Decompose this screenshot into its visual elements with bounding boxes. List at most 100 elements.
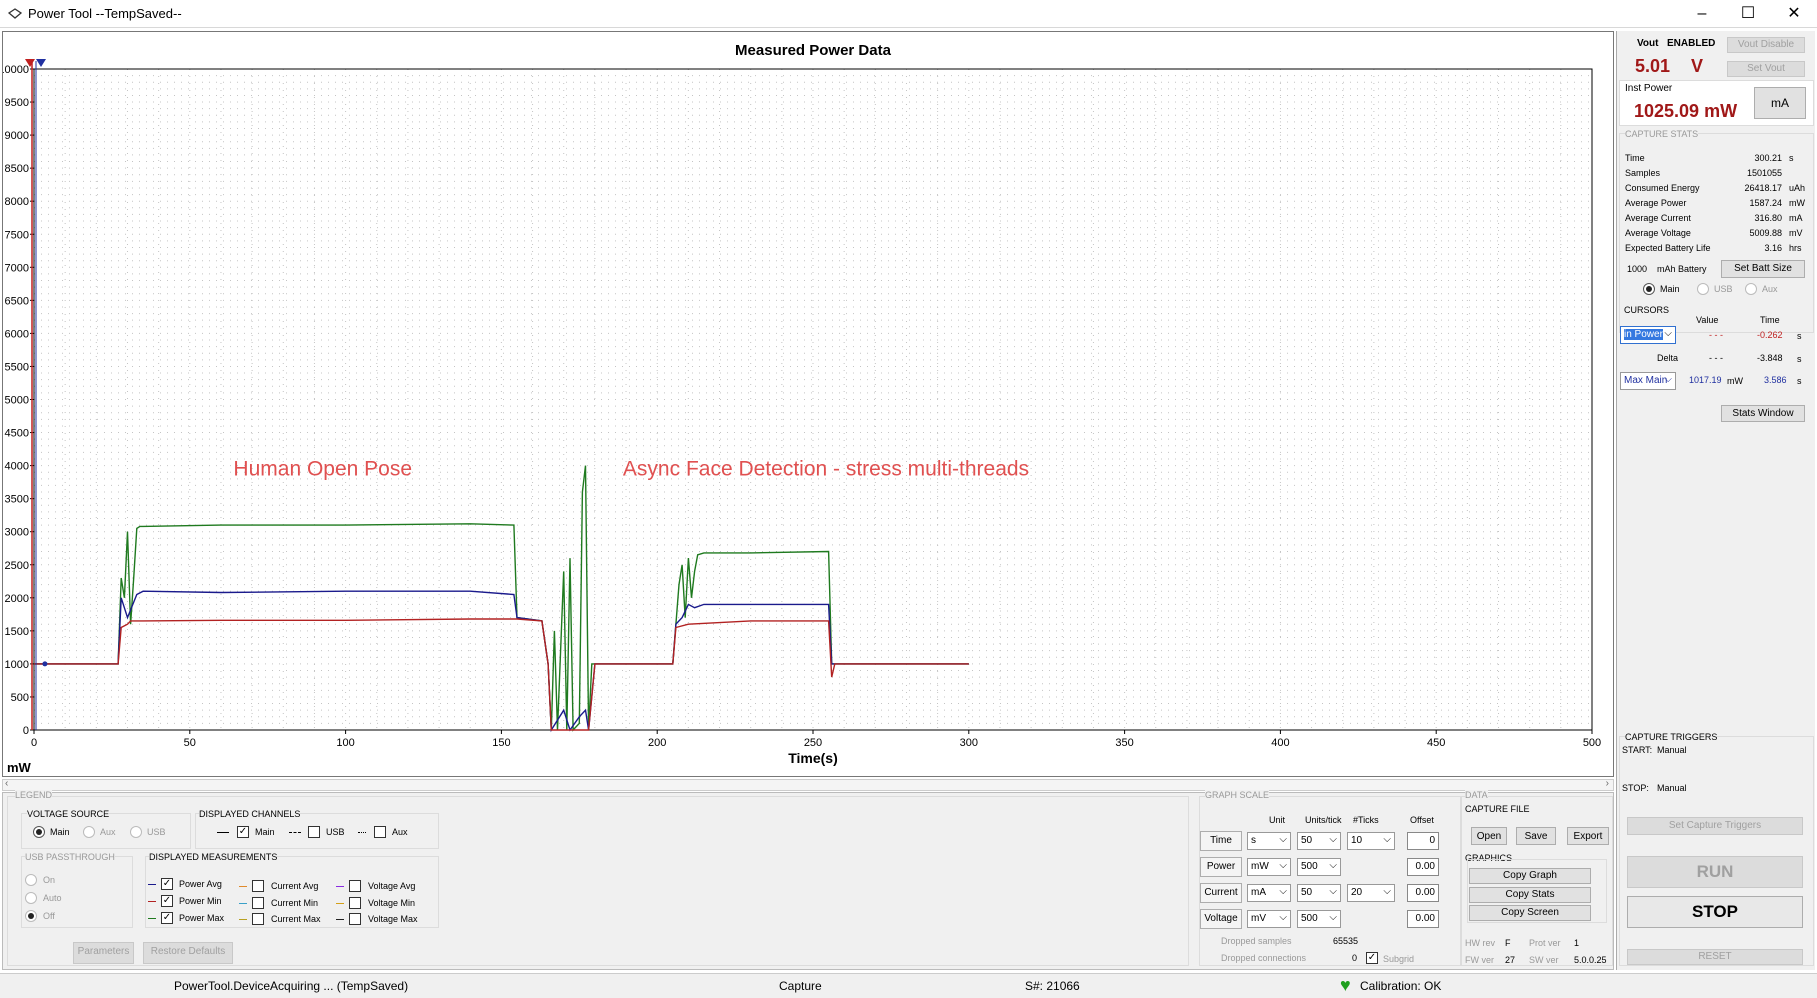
power-units-tick-select[interactable]: 500 [1297,858,1341,876]
set-batt-size-button[interactable]: Set Batt Size [1721,260,1805,278]
graph-horizontal-scrollbar[interactable]: ‹ › [2,778,1614,791]
stat-label: Average Voltage [1625,228,1691,238]
power-avg-swatch [148,884,156,885]
voltage-avg-checkbox[interactable] [349,880,361,892]
set-capture-triggers-button[interactable]: Set Capture Triggers [1627,817,1803,835]
trigger-stop-label: STOP: [1622,783,1649,793]
export-button[interactable]: Export [1567,827,1609,845]
trigger-start-value: Manual [1657,745,1687,755]
stat-value: 3.16 [1764,243,1782,253]
voltage-source-aux-radio[interactable] [83,826,95,838]
x-tick-label: 450 [1427,737,1445,749]
status-calibration: Calibration: OK [1360,979,1442,993]
voltage-unit-select[interactable]: mV [1247,910,1291,928]
data-label: DATA [1465,790,1488,800]
run-button[interactable]: RUN [1627,856,1803,888]
current-ticks-select[interactable]: 20 [1347,884,1395,902]
save-button[interactable]: Save [1516,827,1556,845]
passthrough-off-radio[interactable] [25,910,37,922]
cursor2-unit: s [1797,376,1802,386]
stat-label: Expected Battery Life [1625,243,1711,253]
current-units-tick-select[interactable]: 50 [1297,884,1341,902]
copy-stats-button[interactable]: Copy Stats [1469,887,1591,903]
close-button[interactable]: ✕ [1771,0,1817,28]
y-tick-label: 7500 [5,229,29,241]
cursor2-select[interactable]: Max Main [1620,372,1676,390]
vout-disable-button[interactable]: Vout Disable [1727,37,1805,53]
maximize-button[interactable]: ☐ [1725,0,1771,28]
voltage-units-tick-select[interactable]: 500 [1297,910,1341,928]
time-offset-input[interactable]: 0 [1407,832,1439,850]
offset-header: Offset [1410,815,1434,825]
minimize-button[interactable]: – [1679,0,1725,28]
usb-passthrough-label: USB PASSTHROUGH [25,852,115,862]
ma-toggle-button[interactable]: mA [1754,87,1806,119]
power-offset-input[interactable]: 0.00 [1407,858,1439,876]
current-avg-checkbox[interactable] [252,880,264,892]
stop-button[interactable]: STOP [1627,896,1803,928]
scroll-right-icon[interactable]: › [1606,778,1609,789]
current-offset-input[interactable]: 0.00 [1407,884,1439,902]
stat-unit: mA [1789,213,1803,223]
stat-label: Average Current [1625,213,1691,223]
ticks-header: #Ticks [1353,815,1379,825]
current-unit-select[interactable]: mA [1247,884,1291,902]
stats-channel-aux-radio[interactable] [1745,283,1757,295]
stat-value: 316.80 [1754,213,1782,223]
power-unit-select[interactable]: mW [1247,858,1291,876]
time-ticks-select[interactable]: 10 [1347,832,1395,850]
unit-header: Unit [1269,815,1286,825]
voltage-max-label: Voltage Max [368,914,418,924]
voltage-max-swatch [336,919,344,920]
voltage-source-usb-radio[interactable] [130,826,142,838]
y-tick-label: 6500 [5,295,29,307]
set-vout-button[interactable]: Set Vout [1727,61,1805,77]
x-tick-label: 200 [648,737,666,749]
open-button[interactable]: Open [1471,827,1507,845]
channel-usb-checkbox[interactable] [308,826,320,838]
current-max-checkbox[interactable] [252,913,264,925]
power-max-checkbox[interactable]: ✓ [161,912,173,924]
passthrough-on-radio[interactable] [25,874,37,886]
current-min-checkbox[interactable] [252,897,264,909]
restore-defaults-button[interactable]: Restore Defaults [143,942,233,964]
voltage-max-checkbox[interactable] [349,913,361,925]
cursor1-select-text: in Power [1624,329,1663,340]
channel-aux-checkbox[interactable] [374,826,386,838]
power-max-swatch [148,918,156,919]
subgrid-checkbox[interactable]: ✓ [1366,952,1378,964]
power-graph[interactable]: 0 500 1000 1500 2000 2500 3000 3500 4000 4500 5000… [2,31,1614,777]
parameters-button[interactable]: Parameters [73,942,134,964]
voltage-offset-input[interactable]: 0.00 [1407,910,1439,928]
time-units-tick-select[interactable]: 50 [1297,832,1341,850]
voltage-source-main-radio[interactable] [33,826,45,838]
annotation-human-open-pose: Human Open Pose [233,458,412,481]
calibration-heart-icon: ♥ [1340,975,1351,995]
passthrough-auto-label: Auto [43,893,62,903]
channel-main-checkbox[interactable]: ✓ [237,826,249,838]
copy-graph-button[interactable]: Copy Graph [1469,868,1591,884]
main-line-swatch [217,832,229,833]
displayed-measurements-label: DISPLAYED MEASUREMENTS [149,852,278,862]
power-chart-svg[interactable]: 0500100015002000250030003500400045005000… [3,32,1615,778]
copy-screen-button[interactable]: Copy Screen [1469,905,1591,921]
y-tick-label: 1000 [5,659,29,671]
legend-label: LEGEND [15,790,53,800]
scroll-left-icon[interactable]: ‹ [5,778,8,789]
usb-passthrough-group [21,856,133,928]
stats-channel-usb-radio[interactable] [1697,283,1709,295]
power-scale-label: Power [1200,857,1242,877]
time-unit-select[interactable]: s [1247,832,1291,850]
stats-window-button[interactable]: Stats Window [1721,405,1805,422]
power-min-checkbox[interactable]: ✓ [161,895,173,907]
current-scale-label: Current [1200,883,1242,903]
cursor1-select[interactable]: in Power [1620,326,1676,344]
voltage-min-checkbox[interactable] [349,897,361,909]
cursor2-value-unit: mW [1727,376,1743,386]
stats-channel-main-radio[interactable] [1643,283,1655,295]
power-avg-checkbox[interactable]: ✓ [161,878,173,890]
stats-channel-usb-label: USB [1714,284,1733,294]
y-tick-label: 4500 [5,428,29,440]
reset-button[interactable]: RESET [1627,949,1803,965]
passthrough-auto-radio[interactable] [25,892,37,904]
